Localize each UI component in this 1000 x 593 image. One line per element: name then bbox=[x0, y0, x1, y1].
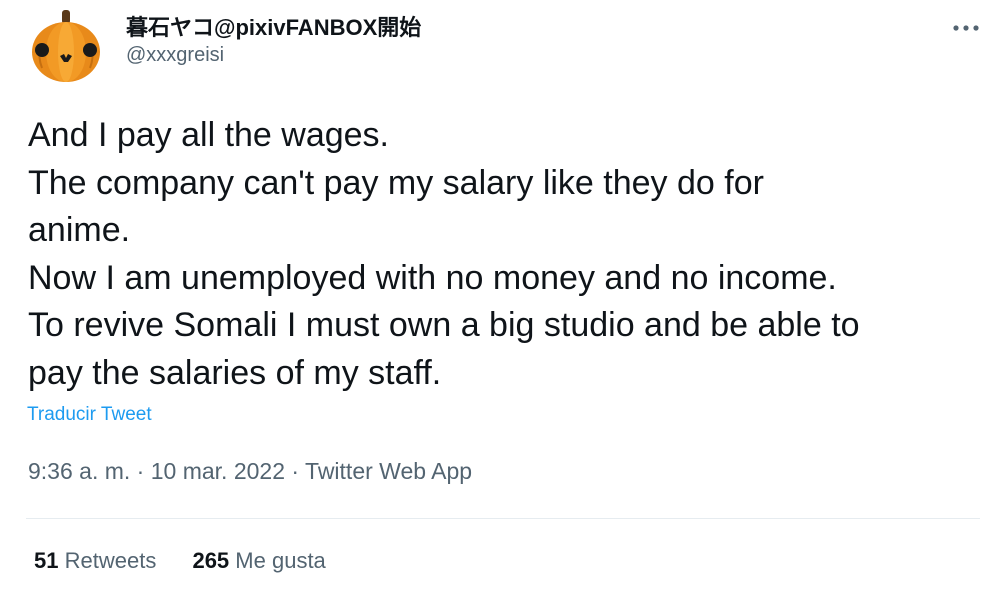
likes-stat[interactable]: 265 Me gusta bbox=[192, 548, 325, 574]
tweet-time[interactable]: 9:36 a. m. bbox=[28, 458, 130, 484]
tweet-line: pay the salaries of my staff. bbox=[28, 353, 442, 392]
meta-separator: · bbox=[136, 458, 145, 484]
author-display-name[interactable]: 暮石ヤコ@pixivFANBOX開始 bbox=[126, 10, 421, 42]
tweet-line: The company can't pay my salary like the… bbox=[28, 163, 764, 202]
more-options-button[interactable] bbox=[946, 12, 986, 44]
likes-label: Me gusta bbox=[235, 548, 326, 573]
pumpkin-avatar-icon bbox=[26, 6, 106, 86]
avatar[interactable] bbox=[26, 6, 106, 86]
tweet-text: And I pay all the wages. The company can… bbox=[28, 112, 978, 397]
tweet-date[interactable]: 10 mar. 2022 bbox=[151, 458, 285, 484]
translate-tweet-link[interactable]: Traducir Tweet bbox=[27, 404, 152, 426]
meta-separator: · bbox=[291, 458, 300, 484]
tweet-source[interactable]: Twitter Web App bbox=[305, 458, 472, 484]
tweet-card: 暮石ヤコ@pixivFANBOX開始 @xxxgreisi And I pay … bbox=[0, 0, 1000, 593]
tweet-stats: 51 Retweets 265 Me gusta bbox=[34, 548, 326, 574]
retweets-label: Retweets bbox=[64, 548, 157, 573]
author-handle[interactable]: @xxxgreisi bbox=[126, 44, 224, 67]
tweet-line: anime. bbox=[28, 211, 131, 249]
tweet-metadata: 9:36 a. m. · 10 mar. 2022 · Twitter Web … bbox=[28, 458, 472, 485]
more-horizontal-icon bbox=[953, 25, 979, 31]
tweet-line: And I pay all the wages. bbox=[28, 116, 390, 154]
retweets-stat[interactable]: 51 Retweets bbox=[34, 548, 156, 574]
tweet-line: Now I am unemployed with no money and no… bbox=[28, 258, 837, 297]
retweets-count: 51 bbox=[34, 548, 59, 573]
divider bbox=[26, 518, 980, 519]
tweet-line: To revive Somali I must own a big studio… bbox=[28, 306, 860, 344]
likes-count: 265 bbox=[192, 548, 230, 573]
